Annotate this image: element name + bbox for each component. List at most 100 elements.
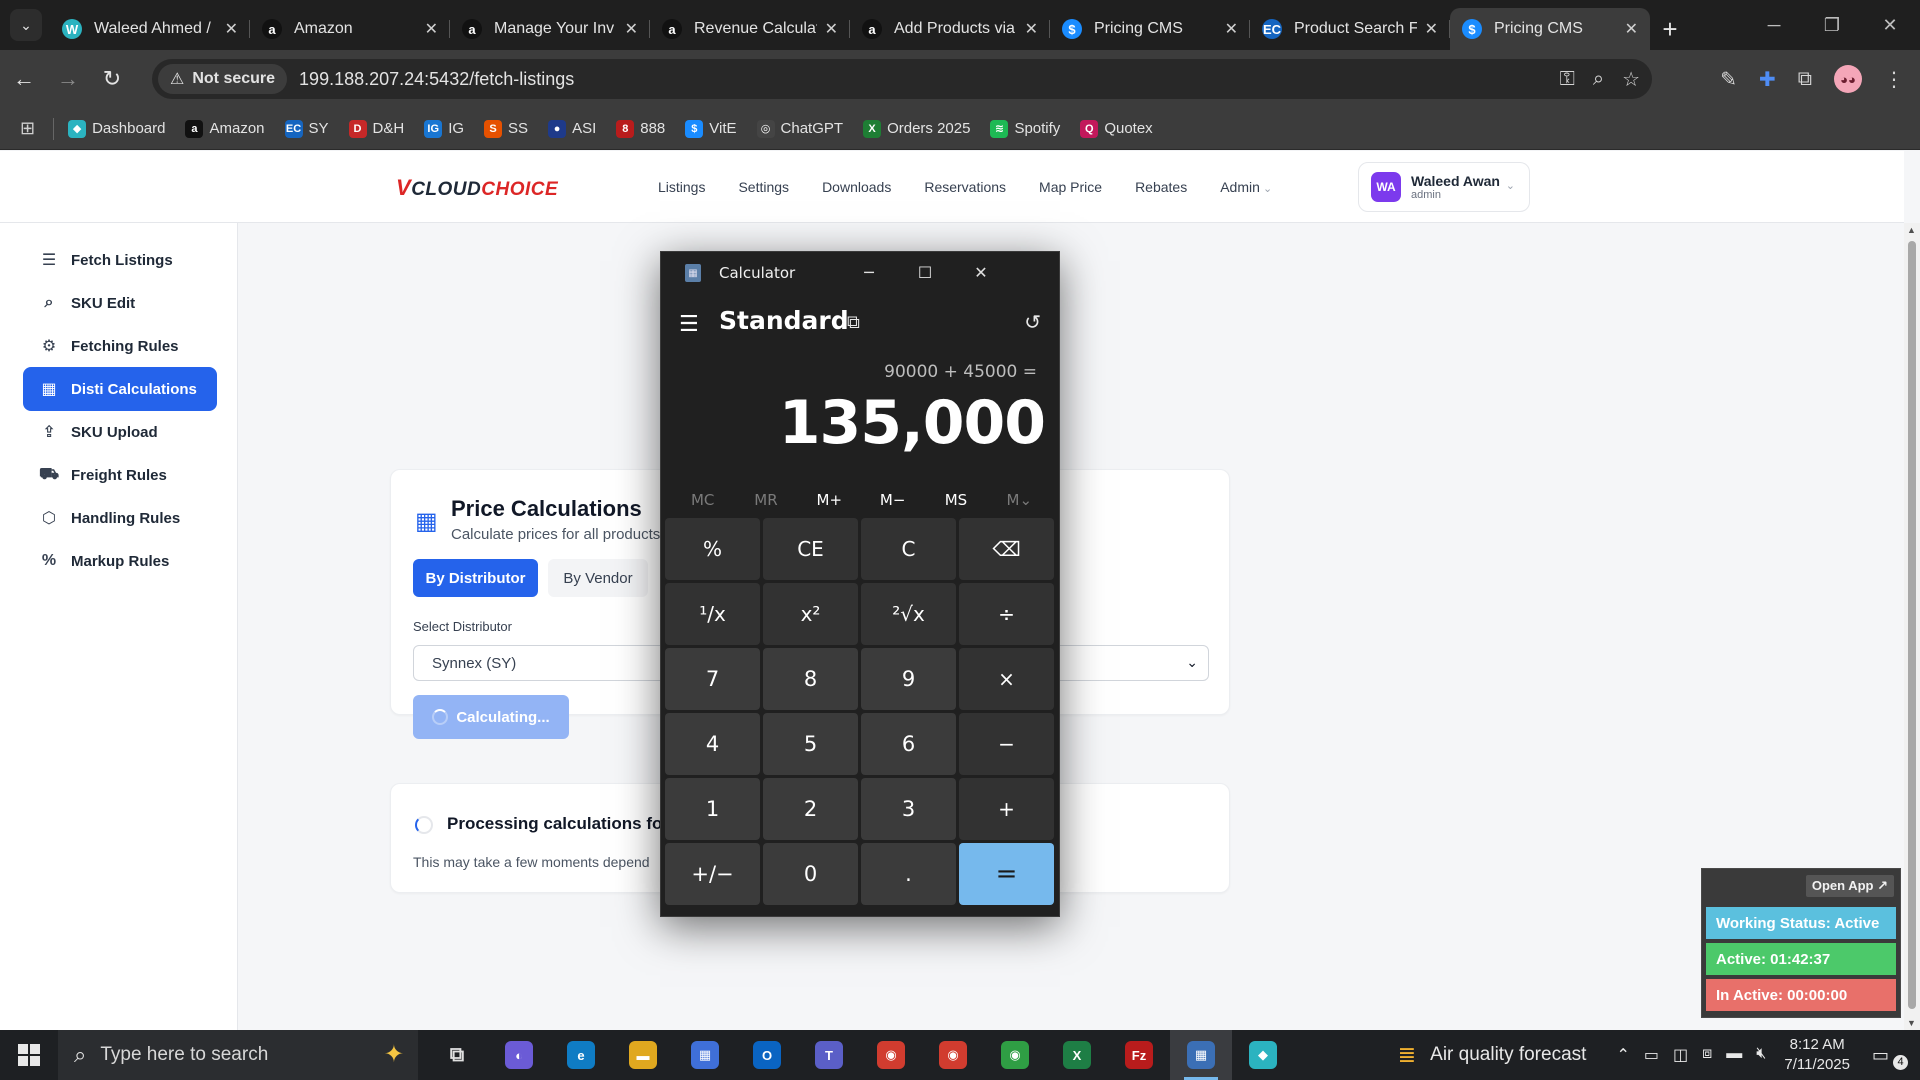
bookmark-item[interactable]: Q Quotex bbox=[1080, 119, 1153, 138]
taskbar-app[interactable]: e bbox=[550, 1030, 612, 1080]
user-menu[interactable]: WA Waleed Awan admin ⌄ bbox=[1358, 162, 1530, 212]
sidebar-item-fetch-listings[interactable]: ☰ Fetch Listings bbox=[23, 238, 217, 282]
square-key[interactable]: x² bbox=[763, 583, 858, 645]
taskbar-clock[interactable]: 8:12 AM 7/11/2025 bbox=[1784, 1035, 1850, 1075]
taskbar-app[interactable]: ▦ bbox=[674, 1030, 736, 1080]
nav-item-listings[interactable]: Listings bbox=[658, 179, 705, 195]
more-menu-icon[interactable]: ⋮ bbox=[1884, 67, 1904, 92]
url-text[interactable]: 199.188.207.24:5432/fetch-listings bbox=[299, 69, 574, 90]
new-tab-button[interactable]: + bbox=[1650, 8, 1690, 50]
extension-puzzle-blue-icon[interactable]: ✚ bbox=[1759, 67, 1776, 92]
sidebar-item-disti-calculations[interactable]: ▦ Disti Calculations bbox=[23, 367, 217, 411]
digit-0-key[interactable]: 0 bbox=[763, 843, 858, 905]
bookmark-item[interactable]: ◆ Dashboard bbox=[68, 119, 165, 138]
browser-tab[interactable]: $ Pricing CMS ✕ bbox=[1050, 8, 1250, 50]
taskbar-app[interactable]: ⧉ bbox=[426, 1030, 488, 1080]
square-root-key[interactable]: ²√x bbox=[861, 583, 956, 645]
zoom-icon[interactable]: ⌕ bbox=[1593, 68, 1604, 91]
by-vendor-tab[interactable]: By Vendor bbox=[548, 559, 648, 597]
camera-icon[interactable]: ◫ bbox=[1673, 1045, 1688, 1065]
bookmark-item[interactable]: $ VitE bbox=[685, 119, 737, 138]
percent-key[interactable]: % bbox=[665, 518, 760, 580]
bookmark-item[interactable]: X Orders 2025 bbox=[863, 119, 970, 138]
minimize-window-button[interactable]: ─ bbox=[1746, 0, 1802, 50]
vcloudchoice-logo[interactable]: VCLOUDCHOICE bbox=[396, 175, 558, 201]
taskbar-app[interactable]: ◉ bbox=[922, 1030, 984, 1080]
digit-1-key[interactable]: 1 bbox=[665, 778, 760, 840]
bookmark-item[interactable]: IG IG bbox=[424, 119, 464, 138]
bookmark-item[interactable]: a Amazon bbox=[185, 119, 265, 138]
sidebar-item-freight-rules[interactable]: ⛟ Freight Rules bbox=[23, 453, 217, 497]
browser-tab[interactable]: a Manage Your Inv ✕ bbox=[450, 8, 650, 50]
digit-3-key[interactable]: 3 bbox=[861, 778, 956, 840]
back-button[interactable]: ← bbox=[4, 59, 44, 99]
memory-button-2[interactable]: M+ bbox=[799, 482, 859, 518]
keep-on-top-icon[interactable]: ⧉ bbox=[847, 312, 860, 333]
digit-7-key[interactable]: 7 bbox=[665, 648, 760, 710]
browser-tab[interactable]: $ Pricing CMS ✕ bbox=[1450, 8, 1650, 50]
display-icon[interactable]: ▭ bbox=[1644, 1045, 1659, 1065]
nav-item-reservations[interactable]: Reservations bbox=[924, 179, 1006, 195]
taskbar-app[interactable]: Fz bbox=[1108, 1030, 1170, 1080]
nav-item-settings[interactable]: Settings bbox=[738, 179, 789, 195]
nav-item-map-price[interactable]: Map Price bbox=[1039, 179, 1102, 195]
restore-window-button[interactable]: ❐ bbox=[1804, 0, 1860, 50]
extension-feather-icon[interactable]: ✎ bbox=[1720, 67, 1737, 92]
clear-key[interactable]: C bbox=[861, 518, 956, 580]
decimal-key[interactable]: . bbox=[861, 843, 956, 905]
bookmark-item[interactable]: EC SY bbox=[284, 119, 329, 138]
negate-key[interactable]: +/− bbox=[665, 843, 760, 905]
digit-8-key[interactable]: 8 bbox=[763, 648, 858, 710]
calculate-button[interactable]: Calculating... bbox=[413, 695, 569, 739]
taskbar-search[interactable]: ⌕ Type here to search ✦ bbox=[58, 1030, 418, 1080]
multiply-key[interactable]: × bbox=[959, 648, 1054, 710]
tab-close-icon[interactable]: ✕ bbox=[825, 19, 838, 39]
plus-key[interactable]: + bbox=[959, 778, 1054, 840]
notification-center-button[interactable]: ▭ 4 bbox=[1872, 1045, 1912, 1070]
browser-tab[interactable]: a Add Products via ✕ bbox=[850, 8, 1050, 50]
taskbar-app[interactable]: ◉ bbox=[860, 1030, 922, 1080]
digit-6-key[interactable]: 6 bbox=[861, 713, 956, 775]
calculator-close-button[interactable]: ✕ bbox=[953, 252, 1009, 292]
forward-button[interactable]: → bbox=[48, 59, 88, 99]
backspace-key[interactable]: ⌫ bbox=[959, 518, 1054, 580]
equals-key[interactable]: = bbox=[959, 843, 1054, 905]
bookmark-item[interactable]: ● ASI bbox=[548, 119, 596, 138]
address-bar[interactable]: ⚠ Not secure 199.188.207.24:5432/fetch-l… bbox=[152, 59, 1652, 99]
scrollbar-thumb[interactable] bbox=[1908, 241, 1916, 1009]
page-scrollbar[interactable]: ▲ ▼ bbox=[1904, 223, 1920, 1030]
taskbar-app[interactable]: O bbox=[736, 1030, 798, 1080]
browser-tab[interactable]: EC Product Search F ✕ bbox=[1250, 8, 1450, 50]
taskbar-app[interactable]: T bbox=[798, 1030, 860, 1080]
digit-9-key[interactable]: 9 bbox=[861, 648, 956, 710]
tab-close-icon[interactable]: ✕ bbox=[625, 19, 638, 39]
sidebar-item-sku-edit[interactable]: ⌕ SKU Edit bbox=[23, 281, 217, 325]
bookmark-item[interactable]: ◎ ChatGPT bbox=[756, 119, 843, 138]
nav-item-downloads[interactable]: Downloads bbox=[822, 179, 891, 195]
taskbar-app[interactable]: ◐ bbox=[488, 1030, 550, 1080]
minus-key[interactable]: − bbox=[959, 713, 1054, 775]
taskbar-app[interactable]: ◉ bbox=[984, 1030, 1046, 1080]
weather-widget[interactable]: ≣ Air quality forecast bbox=[1398, 1042, 1587, 1068]
tab-close-icon[interactable]: ✕ bbox=[225, 19, 238, 39]
open-app-button[interactable]: Open App ↗ bbox=[1805, 875, 1894, 897]
sidebar-item-sku-upload[interactable]: ⇪ SKU Upload bbox=[23, 410, 217, 454]
key-icon[interactable]: ⚿ bbox=[1560, 68, 1575, 91]
sidebar-item-fetching-rules[interactable]: ⚙ Fetching Rules bbox=[23, 324, 217, 368]
bookmark-item[interactable]: 8 888 bbox=[616, 119, 665, 138]
apps-grid-icon[interactable]: ⊞ bbox=[20, 118, 35, 139]
tab-close-icon[interactable]: ✕ bbox=[425, 19, 438, 39]
hamburger-menu-icon[interactable]: ☰ bbox=[679, 312, 699, 337]
digit-2-key[interactable]: 2 bbox=[763, 778, 858, 840]
browser-tab[interactable]: a Amazon ✕ bbox=[250, 8, 450, 50]
history-icon[interactable]: ↺ bbox=[1024, 310, 1041, 334]
bookmark-item[interactable]: S SS bbox=[484, 119, 528, 138]
clear-entry-key[interactable]: CE bbox=[763, 518, 858, 580]
reciprocal-key[interactable]: ¹/x bbox=[665, 583, 760, 645]
calculator-minimize-button[interactable]: ─ bbox=[841, 252, 897, 292]
extensions-icon[interactable]: ⧉ bbox=[1798, 68, 1812, 91]
site-info-button[interactable]: ⚠ Not secure bbox=[158, 64, 288, 94]
bookmark-item[interactable]: ≋ Spotify bbox=[990, 119, 1060, 138]
memory-button-4[interactable]: MS bbox=[926, 482, 986, 518]
divide-key[interactable]: ÷ bbox=[959, 583, 1054, 645]
